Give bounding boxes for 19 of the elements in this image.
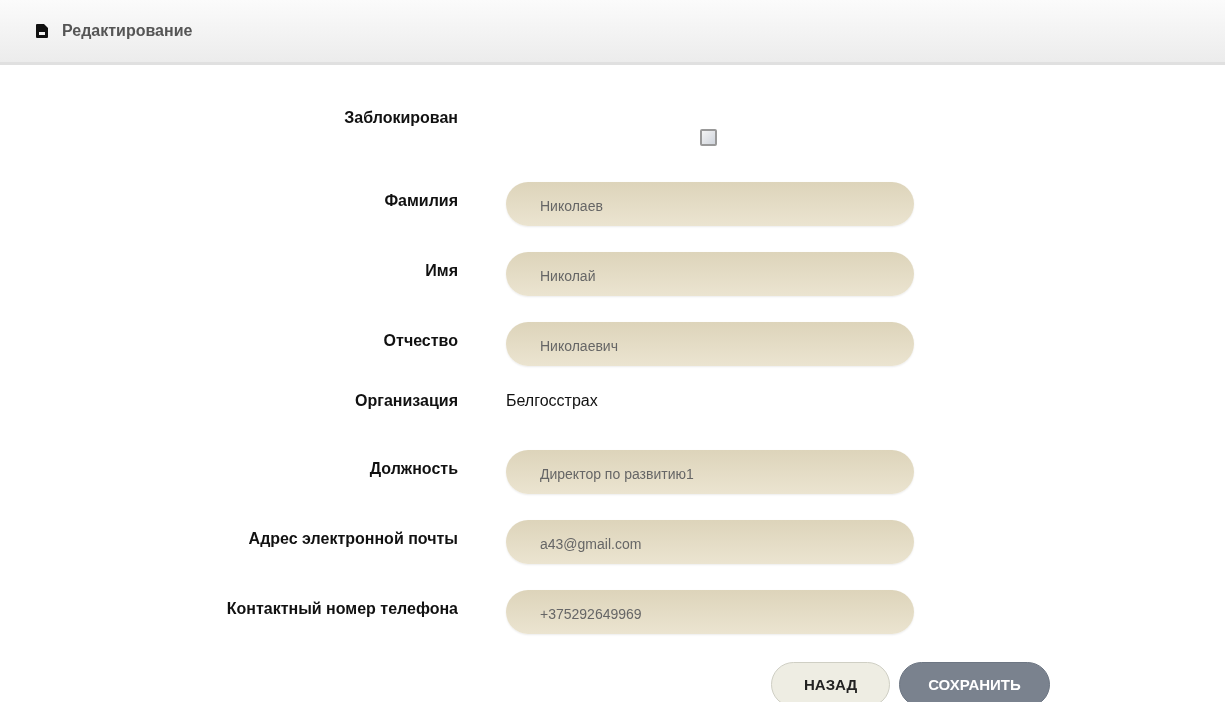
text-field[interactable]: Николай (506, 252, 914, 296)
field-label: Организация (355, 392, 458, 410)
save-button[interactable]: СОХРАНИТЬ (899, 662, 1050, 702)
field-label: Заблокирован (344, 109, 458, 127)
blocked-checkbox[interactable] (699, 129, 717, 146)
text-field[interactable]: +375292649969 (506, 590, 914, 634)
field-label: Фамилия (384, 191, 458, 210)
field-value: Белгосстрах (506, 392, 598, 410)
field-label: Имя (425, 261, 458, 280)
back-button[interactable]: НАЗАД (771, 662, 891, 702)
field-label: Адрес электронной почты (248, 529, 458, 548)
panel-title: Редактирование (62, 22, 193, 40)
field-label: Должность (369, 459, 458, 478)
text-field[interactable]: Директор по развитию1 (506, 450, 914, 494)
field-label: Отчество (383, 331, 458, 350)
text-field[interactable]: Николаевич (506, 322, 914, 366)
text-field[interactable]: a43@gmail.com (506, 520, 914, 564)
text-field[interactable]: Николаев (506, 182, 914, 226)
field-label: Контактный номер телефона (226, 599, 458, 618)
